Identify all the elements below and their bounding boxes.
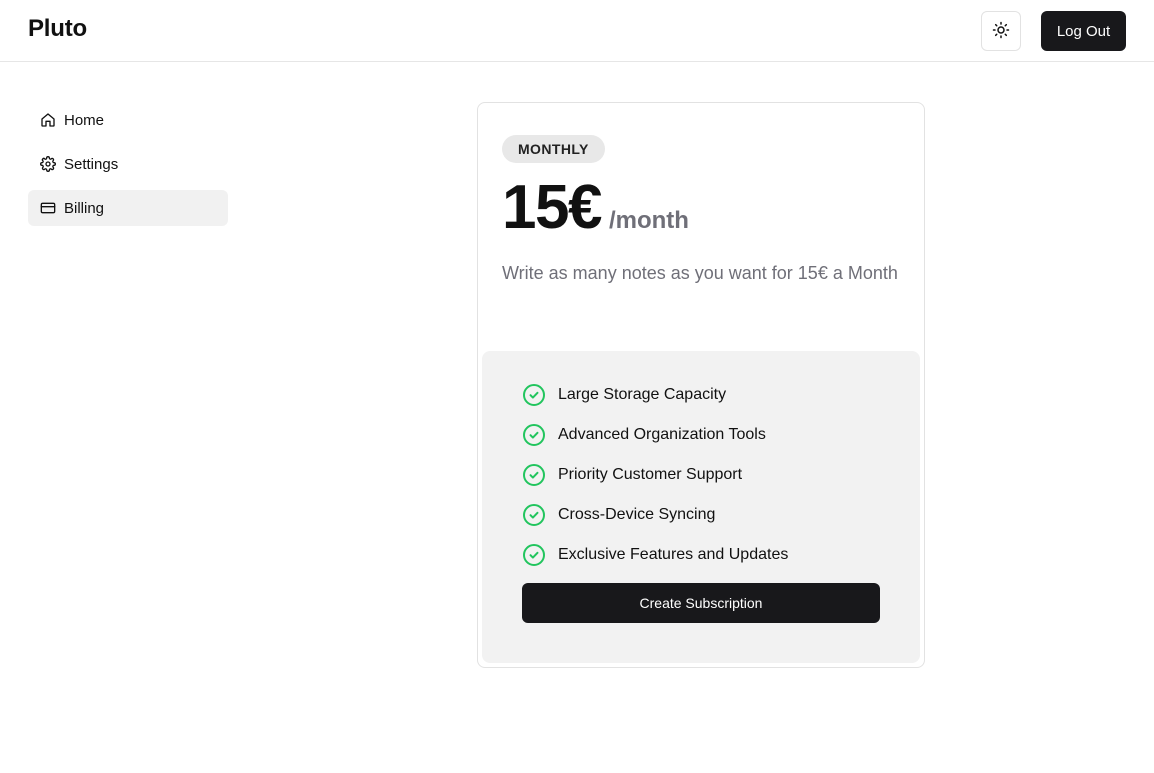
theme-toggle-button[interactable] <box>981 11 1021 51</box>
sidebar-item-label: Billing <box>64 199 105 217</box>
sidebar-item-label: Settings <box>64 155 119 173</box>
sidebar-item-settings[interactable]: Settings <box>28 146 228 182</box>
sidebar-nav: Home Settings Billing <box>28 102 228 234</box>
credit-card-icon <box>40 200 56 216</box>
sidebar-item-home[interactable]: Home <box>28 102 228 138</box>
feature-item: Advanced Organization Tools <box>522 415 788 455</box>
check-circle-icon <box>522 543 546 567</box>
check-circle-icon <box>522 423 546 447</box>
feature-label: Exclusive Features and Updates <box>558 546 789 563</box>
price-amount: 15€ <box>502 173 602 242</box>
gear-icon <box>40 156 56 172</box>
create-subscription-button[interactable]: Create Subscription <box>522 583 880 623</box>
features-panel: Large Storage Capacity Advanced Organiza… <box>482 351 920 663</box>
price-period: /month <box>608 207 689 234</box>
home-icon <box>40 112 56 128</box>
check-circle-icon <box>522 463 546 487</box>
feature-item: Large Storage Capacity <box>522 375 788 415</box>
price-display: 15€ /month <box>502 177 689 239</box>
feature-item: Exclusive Features and Updates <box>522 535 788 575</box>
sidebar-item-billing[interactable]: Billing <box>28 190 228 226</box>
top-bar: Pluto Log Out <box>0 0 1154 62</box>
feature-label: Advanced Organization Tools <box>558 426 766 443</box>
feature-label: Priority Customer Support <box>558 466 743 483</box>
pricing-card: MONTHLY 15€ /month Write as many notes a… <box>477 102 925 668</box>
app-logo[interactable]: Pluto <box>28 15 87 43</box>
plan-badge: MONTHLY <box>502 135 605 163</box>
feature-label: Cross-Device Syncing <box>558 506 716 523</box>
feature-label: Large Storage Capacity <box>558 386 727 403</box>
feature-item: Priority Customer Support <box>522 455 788 495</box>
feature-list: Large Storage Capacity Advanced Organiza… <box>522 375 788 575</box>
sun-icon <box>992 21 1010 42</box>
feature-item: Cross-Device Syncing <box>522 495 788 535</box>
plan-description: Write as many notes as you want for 15€ … <box>502 263 898 283</box>
check-circle-icon <box>522 503 546 527</box>
logout-button[interactable]: Log Out <box>1041 11 1126 51</box>
sidebar-item-label: Home <box>64 111 105 129</box>
check-circle-icon <box>522 383 546 407</box>
